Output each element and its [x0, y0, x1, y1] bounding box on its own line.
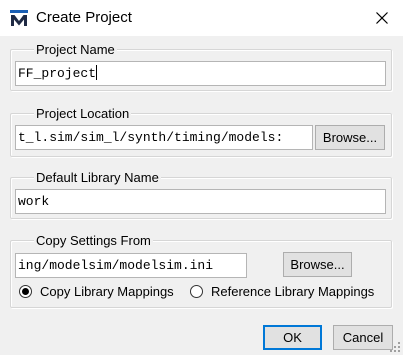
- project-location-label: Project Location: [34, 106, 132, 121]
- copy-library-mappings-label: Copy Library Mappings: [40, 283, 174, 299]
- window-title: Create Project: [36, 9, 132, 26]
- text-caret: [96, 65, 98, 80]
- close-button[interactable]: [360, 0, 403, 36]
- title-bar[interactable]: Create Project: [0, 0, 403, 36]
- copy-settings-label: Copy Settings From: [34, 233, 153, 248]
- reference-library-mappings-label: Reference Library Mappings: [211, 283, 375, 299]
- resize-grip-icon[interactable]: [390, 342, 401, 353]
- project-location-input[interactable]: t_l.sim/sim_l/synth/timing/models:: [15, 125, 313, 150]
- modelsim-m-icon: [10, 10, 28, 26]
- default-library-value: work: [18, 194, 50, 209]
- close-icon: [375, 12, 388, 24]
- project-location-group: Project Location t_l.sim/sim_l/synth/tim…: [10, 106, 392, 157]
- copy-settings-group: Copy Settings From ing/modelsim/modelsim…: [10, 233, 392, 308]
- project-name-value: FF_project: [18, 66, 97, 81]
- project-location-browse-button[interactable]: Browse...: [315, 125, 385, 150]
- copy-settings-input[interactable]: ing/modelsim/modelsim.ini: [15, 253, 247, 278]
- project-name-group: Project Name FF_project: [10, 42, 392, 91]
- copy-library-mappings-radio[interactable]: [19, 284, 32, 298]
- default-library-label: Default Library Name: [34, 170, 161, 185]
- project-location-value: t_l.sim/sim_l/synth/timing/models:: [18, 130, 284, 145]
- reference-library-mappings-radio[interactable]: [190, 284, 203, 298]
- default-library-input[interactable]: work: [15, 189, 386, 214]
- create-project-dialog: Create Project Project Name FF_project P…: [0, 0, 403, 355]
- ok-button[interactable]: OK: [263, 325, 322, 350]
- default-library-group: Default Library Name work: [10, 170, 392, 219]
- reference-library-mappings-option[interactable]: Reference Library Mappings: [190, 282, 374, 300]
- copy-settings-browse-button[interactable]: Browse...: [283, 252, 352, 277]
- copy-library-mappings-option[interactable]: Copy Library Mappings: [19, 282, 174, 300]
- project-name-input[interactable]: FF_project: [15, 61, 386, 86]
- cancel-button[interactable]: Cancel: [333, 325, 393, 350]
- project-name-label: Project Name: [34, 42, 117, 57]
- copy-settings-value: ing/modelsim/modelsim.ini: [18, 258, 214, 273]
